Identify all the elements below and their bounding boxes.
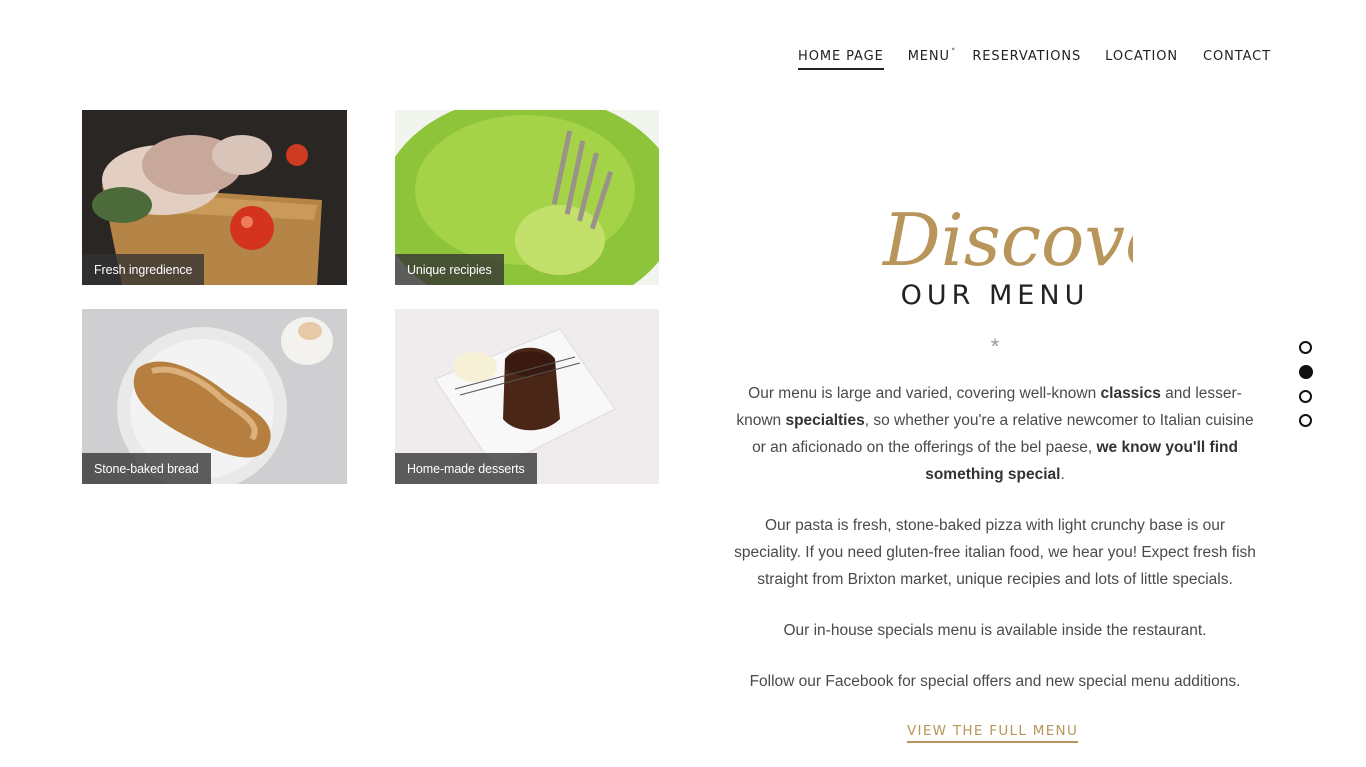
p1-text-a: Our menu is large and varied, covering w… — [748, 385, 1101, 402]
tile-caption: Fresh ingredience — [82, 254, 205, 285]
p1-text-g: . — [1060, 466, 1065, 483]
nav-contact[interactable]: CONTACT — [1203, 49, 1271, 70]
pagination-dot-1[interactable] — [1299, 341, 1312, 354]
gallery-tile-fresh-ingredience[interactable]: Fresh ingredience — [82, 110, 347, 285]
asterisk-divider-icon: * — [990, 334, 1000, 359]
discover-script-title: Discover — [881, 198, 1133, 282]
discover-script-text: Discover — [881, 198, 1133, 282]
tile-caption: Unique recipies — [395, 254, 504, 285]
nav-home-page[interactable]: HOME PAGE — [798, 49, 884, 70]
p1-bold-specialties: specialties — [785, 412, 865, 429]
pagination-dot-2[interactable] — [1299, 365, 1313, 379]
nav-menu-label: MENU — [907, 49, 950, 64]
paragraph-4: Follow our Facebook for special offers a… — [749, 673, 1241, 690]
menu-description: Our menu is large and varied, covering w… — [730, 380, 1260, 719]
gallery-tile-stone-baked-bread[interactable]: Stone-baked bread — [82, 309, 347, 484]
paragraph-1: Our menu is large and varied, covering w… — [730, 380, 1260, 488]
gallery-tile-home-made-desserts[interactable]: Home-made desserts — [395, 309, 659, 484]
gallery-tile-unique-recipies[interactable]: Unique recipies — [395, 110, 659, 285]
paragraph-2: Our pasta is fresh, stone-baked pizza wi… — [734, 517, 1256, 588]
tile-caption: Home-made desserts — [395, 453, 537, 484]
chevron-down-icon: ˅ — [950, 48, 957, 58]
nav-menu[interactable]: MENU ˅ — [907, 48, 957, 70]
section-heading: OUR MENU — [900, 280, 1090, 311]
nav-reservations[interactable]: RESERVATIONS — [972, 49, 1081, 70]
paragraph-3: Our in-house specials menu is available … — [783, 622, 1207, 639]
main-nav: HOME PAGE MENU ˅ RESERVATIONS LOCATION C… — [798, 48, 1271, 70]
nav-location[interactable]: LOCATION — [1105, 49, 1178, 70]
pagination-dot-4[interactable] — [1299, 414, 1312, 427]
pagination-dot-3[interactable] — [1299, 390, 1312, 403]
view-full-menu-link[interactable]: VIEW THE FULL MENU — [907, 723, 1079, 743]
section-pagination — [1299, 341, 1313, 438]
tile-caption: Stone-baked bread — [82, 453, 211, 484]
p1-bold-classics: classics — [1100, 385, 1161, 402]
